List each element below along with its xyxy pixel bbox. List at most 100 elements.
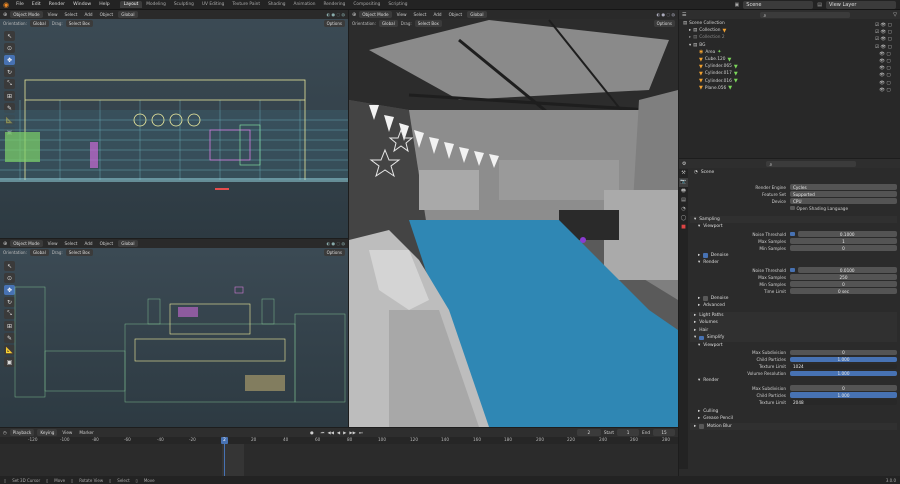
menu-view[interactable]: View (60, 430, 74, 435)
orientation-dropdown[interactable]: Global (378, 19, 398, 27)
view-layer-tab-icon[interactable]: ▤ (679, 196, 688, 205)
outliner-item-cylinder-016[interactable]: ▼ Cylinder.016 ▼ (683, 78, 896, 85)
mode-selector[interactable]: Object Mode (10, 240, 43, 247)
motion-blur-checkbox[interactable] (699, 424, 704, 429)
output-tab-icon[interactable]: 🖶 (679, 187, 688, 196)
blender-logo-icon[interactable]: ◉ (0, 1, 12, 9)
viewport-bottom-left[interactable]: ⊕ Object Mode View Select Add Object Glo… (0, 239, 348, 427)
r-max-samples-field[interactable]: 250 (790, 274, 897, 280)
tab-layout[interactable]: Layout (119, 1, 143, 8)
collection-row[interactable]: ▸ ▤ Collection ▼ (683, 27, 896, 34)
vp-noise-threshold-field[interactable]: 0.1000 (797, 231, 897, 237)
outliner-item-cube[interactable]: ▼ Cube.120 ▼ (683, 56, 896, 63)
step-forward-icon[interactable]: ▶▶ (349, 430, 355, 435)
collection-tab-icon[interactable]: ■ (679, 223, 688, 232)
menu-view[interactable]: View (395, 12, 409, 17)
collapse-icon[interactable]: ▸ (689, 28, 691, 33)
play-icon[interactable]: ▶ (343, 430, 346, 435)
select-tool[interactable]: ↖ (4, 31, 15, 41)
scene-selector[interactable]: Scene (743, 0, 814, 9)
drag-dropdown[interactable]: Select Box (414, 19, 442, 27)
r-min-samples-field[interactable]: 0 (790, 281, 897, 287)
eye-icon[interactable]: 👁 ▢ (875, 80, 897, 87)
vp-denoise-header[interactable]: ▸ Denoise (690, 252, 897, 260)
move-tool[interactable]: ✥ (4, 55, 15, 65)
menu-keying[interactable]: Keying (37, 429, 58, 436)
playhead[interactable]: 2 (221, 437, 228, 444)
outliner-item-cylinder-065[interactable]: ▼ Cylinder.065 ▼ (683, 63, 896, 70)
end-frame-field[interactable]: 15 (653, 429, 676, 436)
options-button[interactable]: Options (323, 248, 345, 256)
eye-icon[interactable]: ☑ 👁 ▢ (875, 36, 897, 43)
s-vp-texture-dropdown[interactable]: 1024 (790, 363, 897, 370)
s-vp-max-subdiv-field[interactable]: 0 (790, 349, 897, 356)
motion-blur-header[interactable]: ▸ Motion Blur (690, 422, 897, 430)
eye-icon[interactable]: 👁 ▢ (875, 58, 897, 65)
start-frame-field[interactable]: 1 (617, 429, 640, 436)
eye-icon[interactable]: ☑ 👁 ▢ (875, 22, 897, 29)
editor-type-icon[interactable]: ⊕ (3, 12, 7, 18)
menu-object[interactable]: Object (447, 12, 465, 17)
properties-search[interactable]: ⌕ (766, 160, 857, 168)
cursor-tool[interactable]: ⊙ (4, 43, 15, 53)
outliner-icon[interactable]: ☰ (682, 12, 686, 18)
menu-window[interactable]: Window (69, 2, 95, 7)
play-reverse-icon[interactable]: ◀ (337, 430, 340, 435)
menu-view[interactable]: View (46, 12, 60, 17)
volumes-header[interactable]: ▸ Volumes (690, 319, 897, 327)
menu-select[interactable]: Select (412, 12, 429, 17)
r-denoise-checkbox[interactable] (703, 296, 708, 301)
simplify-header[interactable]: ▾ Simplify (690, 334, 897, 342)
r-time-limit-field[interactable]: 0 sec (790, 288, 897, 294)
grease-pencil-header[interactable]: ▸ Grease Pencil (690, 415, 897, 423)
menu-select[interactable]: Select (63, 12, 80, 17)
transform-orientation[interactable]: Global (118, 11, 138, 18)
eye-icon[interactable]: ☑ 👁 ▢ (875, 44, 897, 51)
tab-scripting[interactable]: Scripting (384, 1, 411, 8)
mode-selector[interactable]: Object Mode (10, 11, 43, 18)
properties-icon[interactable]: ⚙ (682, 161, 686, 167)
menu-object[interactable]: Object (98, 12, 116, 17)
filter-icon[interactable]: ▽ (893, 12, 897, 18)
options-button[interactable]: Options (323, 19, 345, 27)
menu-add[interactable]: Add (82, 241, 94, 246)
tab-shading[interactable]: Shading (264, 1, 289, 8)
menu-add[interactable]: Add (82, 12, 94, 17)
culling-header[interactable]: ▸ Culling (690, 408, 897, 416)
editor-type-icon[interactable]: ⊕ (3, 241, 7, 247)
render-engine-dropdown[interactable]: Cycles (790, 184, 897, 190)
jump-start-icon[interactable]: ⏮ (321, 430, 325, 435)
outliner-item-area[interactable]: ◉ Area ✦ (683, 49, 896, 56)
menu-object[interactable]: Object (98, 241, 116, 246)
sampling-panel-header[interactable]: ▾ Sampling (690, 215, 897, 223)
orientation-dropdown[interactable]: Global (29, 248, 49, 256)
noise-threshold-checkbox[interactable] (790, 231, 795, 237)
shading-buttons[interactable]: ◐ ● ◌ ◍ (326, 241, 345, 246)
tool-tab-icon[interactable]: ⚒ (679, 169, 688, 178)
tab-uv-editing[interactable]: UV Editing (198, 1, 228, 8)
tab-compositing[interactable]: Compositing (349, 1, 384, 8)
mode-selector[interactable]: Object Mode (359, 11, 392, 18)
scene-collection-row[interactable]: ▤ Scene Collection (683, 20, 896, 27)
tab-sculpting[interactable]: Sculpting (170, 1, 198, 8)
clock-icon[interactable]: ◷ (3, 430, 7, 435)
menu-help[interactable]: Help (95, 2, 113, 7)
orientation-dropdown[interactable]: Global (29, 19, 49, 27)
drag-dropdown[interactable]: Select Box (65, 19, 93, 27)
feature-set-dropdown[interactable]: Supported (790, 191, 897, 197)
viewport-subpanel-header[interactable]: ▾ Viewport (690, 223, 897, 231)
current-frame-field[interactable]: 2 (576, 429, 601, 436)
tab-rendering[interactable]: Rendering (319, 1, 349, 8)
bg-collection-row[interactable]: ▾ ▤ BG (683, 42, 896, 49)
outliner-item-plane[interactable]: ▼ Plane.056 ▼ (683, 85, 896, 92)
transform-orientation[interactable]: Global (118, 240, 138, 247)
viewport-camera[interactable]: ⊕ Object Mode View Select Add Object Glo… (349, 10, 678, 427)
s-r-max-subdiv-field[interactable]: 0 (790, 385, 897, 391)
simplify-checkbox[interactable] (699, 335, 704, 340)
view-layer-selector[interactable]: View Layer (826, 0, 896, 9)
menu-playback[interactable]: Playback (9, 429, 35, 436)
shading-buttons[interactable]: ◐ ● ◌ ◍ (326, 12, 345, 17)
transform-orientation[interactable]: Global (467, 11, 487, 18)
vp-denoise-checkbox[interactable] (703, 253, 708, 258)
r-noise-threshold-field[interactable]: 0.0100 (797, 267, 897, 273)
